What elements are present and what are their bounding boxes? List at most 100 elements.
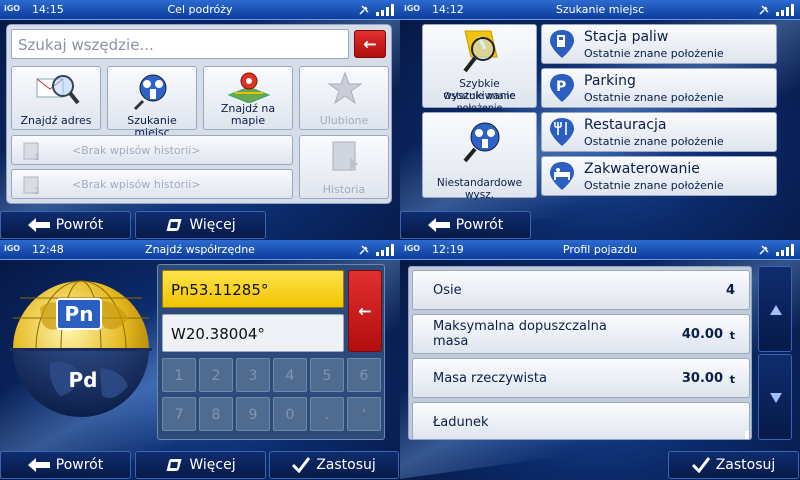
longitude-value: W20.38004° — [171, 325, 265, 343]
scroll-down-button[interactable] — [758, 354, 792, 440]
more-label: Więcej — [189, 457, 236, 473]
arrow-left-icon — [427, 218, 450, 232]
category-name: Parking — [584, 73, 636, 89]
satellite-icon — [759, 5, 769, 15]
key-6[interactable]: 6 — [347, 358, 381, 392]
longitude-field[interactable]: W20.38004° — [162, 314, 344, 352]
status-bar: iGO 14:15 Cel podróży — [0, 0, 400, 20]
signal-icon — [376, 4, 394, 16]
category-sub: Ostatnie znane położenie — [584, 47, 724, 60]
magnifier-envelope-icon — [36, 75, 80, 105]
apply-label: Zastosuj — [715, 457, 776, 473]
custom-search-label: Niestandardowe wysz. — [436, 177, 523, 201]
row-label: Maksymalna dopuszczalna masa — [433, 319, 607, 349]
scroll-up-button[interactable] — [758, 266, 792, 352]
svg-text:P: P — [556, 79, 566, 95]
apply-button[interactable]: Zastosuj — [668, 451, 799, 479]
row-value: 30.00 — [681, 371, 723, 386]
map-pin-icon — [227, 72, 271, 103]
checkmark-icon — [691, 457, 710, 473]
row-unit: t — [729, 329, 735, 342]
back-label: Powrót — [455, 217, 504, 233]
find-on-map-button[interactable]: Znajdź na mapie — [203, 66, 293, 130]
history-entry-1[interactable]: 1 <Brak wpisów historii> — [11, 135, 293, 165]
list-item-actual-weight[interactable]: Masa rzeczywista 30.00 t — [412, 358, 750, 398]
more-icon — [166, 459, 182, 471]
screen-title: Szukanie miejsc — [555, 3, 645, 16]
satellite-icon — [759, 245, 769, 255]
arrow-up-icon — [770, 305, 782, 315]
latitude-field[interactable]: Pn53.11285° — [162, 270, 344, 308]
favorites-button[interactable]: Ulubione — [299, 66, 389, 130]
key-8[interactable]: 8 — [199, 397, 233, 431]
history-label: Historia — [322, 183, 366, 196]
back-label: Powrót — [55, 457, 104, 473]
history-entry-label: <Brak wpisów historii> — [72, 144, 201, 157]
key-9[interactable]: 9 — [236, 397, 270, 431]
more-button[interactable]: Więcej — [135, 211, 266, 239]
key-0[interactable]: 0 — [273, 397, 307, 431]
poi-icons-icon — [133, 74, 167, 111]
key-decimal[interactable]: . — [310, 397, 344, 431]
apply-button[interactable]: Zastosuj — [269, 451, 399, 479]
search-places-button[interactable]: Szukanie miejsc — [107, 66, 197, 139]
hemisphere-toggle[interactable]: Pn Pd — [10, 278, 152, 420]
key-3[interactable]: 3 — [236, 358, 270, 392]
quick-search-button[interactable]: Szybkie wyszukiwanie Ostatnie znane poło… — [422, 24, 537, 114]
key-1[interactable]: 1 — [162, 358, 196, 392]
status-bar: iGO 12:19 Profil pojazdu — [400, 240, 800, 260]
arrow-down-icon — [770, 393, 782, 403]
row-label: Osie — [433, 283, 462, 298]
category-restaurant[interactable]: Restauracja Ostatnie znane położenie — [541, 112, 777, 152]
category-fuel-station[interactable]: Stacja paliw Ostatnie znane położenie — [541, 24, 777, 64]
category-accommodation[interactable]: Zakwaterowanie Ostatnie znane położenie — [541, 156, 777, 196]
backspace-button[interactable]: ← — [354, 30, 386, 58]
more-button[interactable]: Więcej — [135, 451, 266, 479]
back-button[interactable]: Powrót — [400, 211, 531, 239]
back-label: Powrót — [55, 217, 104, 233]
back-button[interactable]: Powrót — [0, 211, 131, 239]
key-5[interactable]: 5 — [310, 358, 344, 392]
search-input[interactable]: Szukaj wszędzie... — [11, 29, 349, 59]
latitude-value: Pn53.11285° — [171, 281, 269, 299]
south-label: Pd — [68, 368, 98, 392]
key-7[interactable]: 7 — [162, 397, 196, 431]
category-name: Restauracja — [584, 117, 667, 133]
category-sub: Ostatnie znane położenie — [584, 179, 724, 192]
key-2[interactable]: 2 — [199, 358, 233, 392]
list-item-max-weight[interactable]: Maksymalna dopuszczalna masa 40.00 t — [412, 314, 750, 354]
history-button[interactable]: Historia — [299, 135, 389, 199]
star-icon — [327, 71, 363, 105]
satellite-icon — [359, 245, 369, 255]
coordinates-screen: iGO 12:48 Znajdź współrzędne Pn Pd Pn53.… — [0, 240, 400, 480]
category-sub: Ostatnie znane położenie — [584, 91, 724, 104]
key-4[interactable]: 4 — [273, 358, 307, 392]
list-item-load[interactable]: Ładunek — [412, 402, 750, 439]
find-address-button[interactable]: Znajdź adres — [11, 66, 101, 130]
parking-icon: P — [550, 74, 574, 102]
search-placeholder: Szukaj wszędzie... — [18, 36, 154, 54]
svg-text:2: 2 — [34, 187, 40, 196]
history-item-icon: 1 — [23, 142, 40, 162]
places-search-screen: iGO 14:12 Szukanie miejsc Szybkie wyszuk… — [400, 0, 800, 240]
checkmark-icon — [292, 457, 311, 473]
category-parking[interactable]: P Parking Ostatnie znane położenie — [541, 68, 777, 108]
quick-search-icon — [463, 30, 498, 73]
row-label: Ładunek — [433, 415, 489, 430]
list-item-axles[interactable]: Osie 4 — [412, 270, 750, 310]
history-entry-2[interactable]: 2 <Brak wpisów historii> — [11, 169, 293, 199]
custom-search-button[interactable]: Niestandardowe wysz. — [422, 112, 537, 201]
backspace-button[interactable]: ← — [348, 270, 382, 352]
backspace-icon: ← — [363, 34, 377, 54]
screen-title: Profil pojazdu — [562, 243, 638, 256]
screen-title: Znajdź współrzędne — [145, 243, 255, 256]
svg-text:1: 1 — [34, 153, 40, 162]
destination-screen: iGO 14:15 Cel podróży Szukaj wszędzie...… — [0, 0, 400, 240]
north-label: Pn — [56, 298, 102, 330]
key-apostrophe[interactable]: ' — [347, 397, 381, 431]
find-on-map-label: Znajdź na mapie — [220, 102, 276, 127]
vehicle-profile-screen: iGO 12:19 Profil pojazdu Osie 4 Maksymal… — [400, 240, 800, 480]
destination-panel: Szukaj wszędzie... ← Znajdź adres Szukan… — [6, 24, 392, 204]
back-button[interactable]: Powrót — [0, 451, 131, 479]
apply-label: Zastosuj — [316, 457, 376, 473]
